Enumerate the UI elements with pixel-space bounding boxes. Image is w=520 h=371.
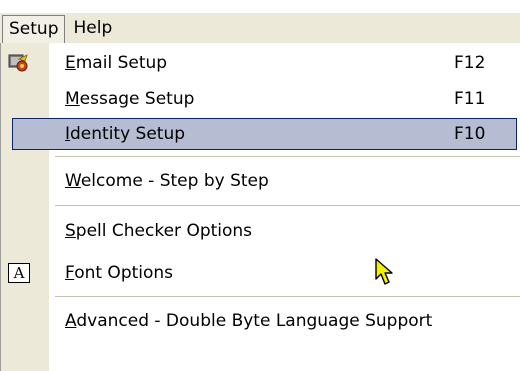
menu-setup[interactable]: Setup [2, 15, 66, 44]
menu-item-shortcut: F12 [454, 53, 486, 73]
menu-item-label: Identity Setup [65, 124, 186, 144]
menu-bar: Setup Help [0, 12, 520, 44]
menu-item-message-setup[interactable]: Message Setup F11 [1, 81, 520, 117]
menu-item-label: Spell Checker Options [65, 221, 253, 241]
menu-separator [55, 156, 520, 157]
mouse-cursor-icon [375, 258, 393, 285]
menu-item-label: Advanced - Double Byte Language Support [65, 311, 433, 331]
menu-item-label: Font Options [65, 263, 174, 283]
menu-item-label: Message Setup [65, 89, 195, 109]
menu-item-shortcut: F11 [454, 89, 486, 109]
menu-item-welcome[interactable]: Welcome - Step by Step [1, 163, 520, 199]
font-icon: A [7, 261, 31, 285]
menu-item-email-setup[interactable]: Email Setup F12 [1, 45, 520, 81]
menu-separator [55, 205, 520, 206]
menu-item-spell-checker-options[interactable]: Spell Checker Options [1, 213, 520, 249]
email-setup-icon [7, 51, 31, 75]
menu-item-label: Email Setup [65, 53, 168, 73]
menu-item-font-options[interactable]: A Font Options [1, 255, 520, 291]
menu-separator [55, 296, 520, 297]
menu-item-advanced-double-byte[interactable]: Advanced - Double Byte Language Support [1, 303, 520, 339]
menu-item-label: Welcome - Step by Step [65, 171, 269, 191]
menu-item-shortcut: F10 [454, 124, 486, 144]
menu-item-identity-setup[interactable]: Identity Setup F10 [1, 116, 520, 152]
menu-help[interactable]: Help [67, 15, 118, 42]
setup-dropdown-menu: Email Setup F12 Message Setup F11 Identi… [0, 43, 520, 371]
